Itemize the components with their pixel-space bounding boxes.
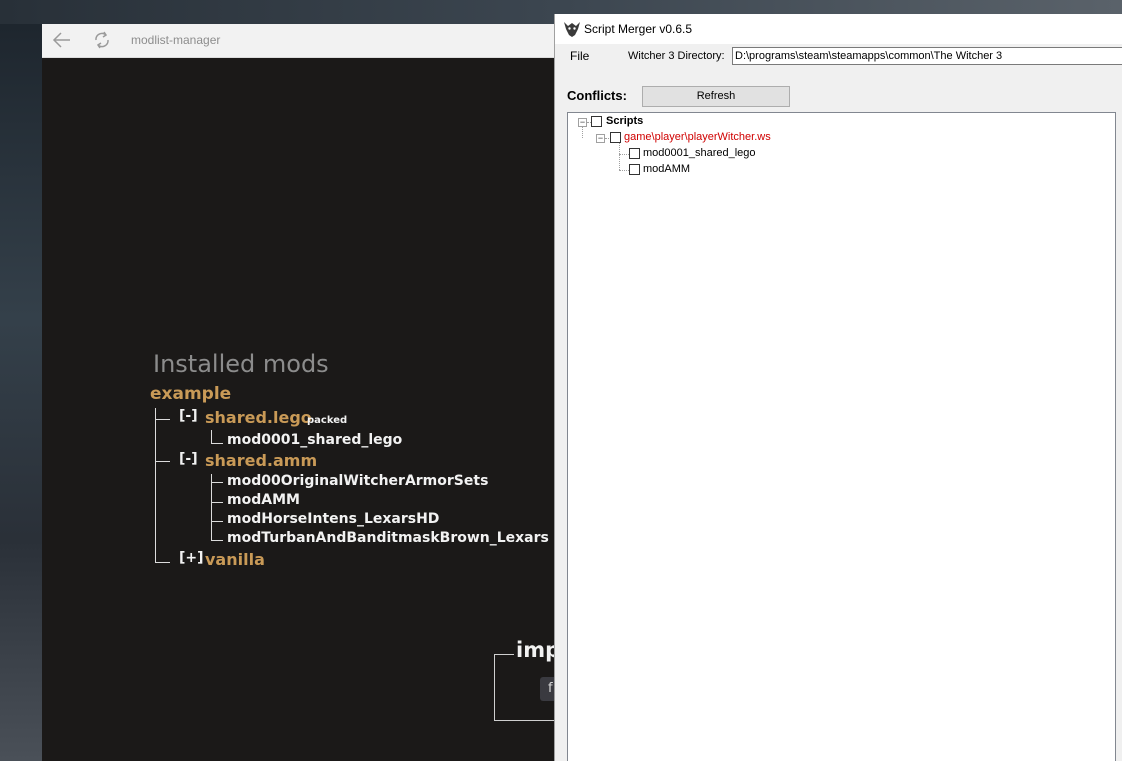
- witcher-directory-input[interactable]: [732, 47, 1122, 65]
- directory-label: Witcher 3 Directory:: [628, 50, 725, 62]
- file-checkbox[interactable]: [610, 132, 621, 143]
- mod-node[interactable]: mod0001_shared_lego: [643, 147, 756, 159]
- mod-item: modAMM: [227, 492, 300, 508]
- collapse-toggle[interactable]: [-]: [179, 451, 198, 467]
- file-menu[interactable]: File: [570, 49, 589, 63]
- collapse-icon[interactable]: −: [596, 134, 605, 143]
- group-name-vanilla[interactable]: vanilla: [205, 550, 265, 569]
- tree-line: [211, 502, 223, 503]
- wolf-medallion-icon: [563, 20, 581, 38]
- merger-title: Script Merger v0.6.5: [584, 22, 693, 36]
- mod-node[interactable]: modAMM: [643, 163, 690, 175]
- mod-item: modHorseIntens_LexarsHD: [227, 511, 440, 527]
- merger-titlebar: Script Merger v0.6.5: [555, 14, 1122, 44]
- tree-line: [211, 430, 212, 444]
- tree-line: [155, 461, 170, 462]
- mod-checkbox[interactable]: [629, 148, 640, 159]
- mod-item: mod0001_shared_lego: [227, 432, 403, 448]
- mod-item: modTurbanAndBanditmaskBrown_Lexars: [227, 530, 549, 546]
- mod-tree: example [-] shared.lego packed mod0001_s…: [42, 24, 562, 761]
- tree-line: [211, 443, 223, 444]
- profile-name: example: [150, 384, 232, 404]
- conflicts-label: Conflicts:: [567, 88, 627, 103]
- refresh-button[interactable]: Refresh: [642, 86, 790, 107]
- expand-toggle[interactable]: [+]: [179, 550, 204, 566]
- tree-line: [211, 482, 223, 483]
- mod-item: mod00OriginalWitcherArmorSets: [227, 473, 489, 489]
- modlist-manager-window: modlist-manager Installed mods example […: [42, 24, 562, 761]
- desktop-background-left: [0, 24, 42, 761]
- conflicts-tree[interactable]: − Scripts − game\player\playerWitcher.ws…: [567, 112, 1116, 761]
- tree-line: [155, 419, 170, 420]
- tree-line: [155, 562, 170, 563]
- packed-badge: packed: [307, 415, 348, 426]
- tree-line: [155, 408, 156, 563]
- tree-line: [211, 474, 212, 540]
- scripts-checkbox[interactable]: [591, 116, 602, 127]
- tree-line: [582, 127, 583, 138]
- tree-line: [211, 521, 223, 522]
- script-merger-window: Script Merger v0.6.5 File Witcher 3 Dire…: [554, 14, 1122, 761]
- collapse-icon[interactable]: −: [578, 118, 587, 127]
- group-name-shared-amm[interactable]: shared.amm: [205, 451, 317, 470]
- conflict-file-node[interactable]: game\player\playerWitcher.ws: [624, 131, 771, 143]
- tree-line: [619, 170, 629, 171]
- tree-line: [605, 138, 609, 139]
- group-name-shared-lego[interactable]: shared.lego: [205, 408, 312, 427]
- tree-line: [619, 154, 629, 155]
- tree-line: [211, 540, 223, 541]
- scripts-node[interactable]: Scripts: [606, 115, 643, 127]
- mod-checkbox[interactable]: [629, 164, 640, 175]
- tree-line: [619, 143, 620, 170]
- collapse-toggle[interactable]: [-]: [179, 408, 198, 424]
